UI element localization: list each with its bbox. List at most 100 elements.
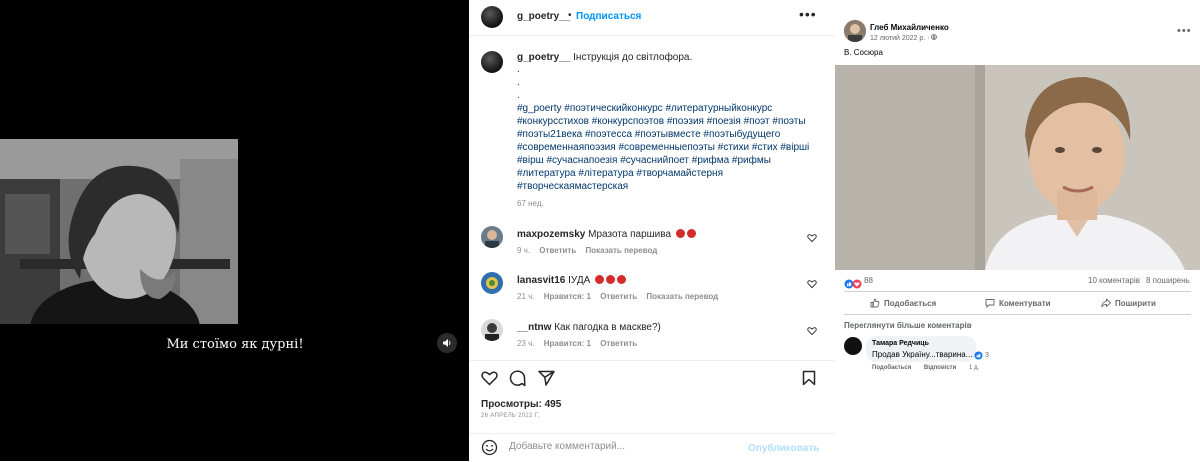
reply-button[interactable]: Ответить: [539, 246, 576, 255]
comment-text: Как пагодка в маскве?): [554, 322, 661, 333]
share-arrow-icon: [1101, 298, 1111, 308]
comment-time[interactable]: 1 д.: [969, 365, 979, 371]
caption-username[interactable]: g_poetry__: [517, 52, 570, 63]
commenter-avatar[interactable]: [481, 272, 503, 294]
caption-bullet: .: [517, 77, 520, 88]
comment-text: Мразота паршива: [588, 229, 672, 240]
post-text: В. Сосюра: [844, 48, 883, 57]
comment-text: Продав Україну...тварина...: [872, 350, 973, 359]
caption: g_poetry__ Інструкція до світлофора.: [517, 52, 692, 63]
shares-count[interactable]: 8 поширень: [1146, 276, 1190, 285]
add-comment-bar: Опубликовать: [469, 433, 835, 462]
reply-button[interactable]: Ответить: [600, 292, 637, 301]
angry-emoji-icon: [686, 229, 696, 238]
share-button[interactable]: Поширити: [1101, 298, 1156, 308]
heart-icon[interactable]: [807, 326, 817, 336]
comment-username[interactable]: lanasvit16: [517, 275, 565, 286]
comment-reply-button[interactable]: Відповісти: [924, 365, 956, 371]
comment-input[interactable]: [509, 441, 739, 452]
author-avatar[interactable]: [844, 20, 866, 42]
angry-emoji-icon: [595, 275, 605, 284]
post-date[interactable]: 12 лютий 2022 р. ·: [870, 34, 938, 42]
mute-button[interactable]: [437, 333, 457, 353]
comment-likes[interactable]: Нравится: 1: [544, 292, 591, 301]
comment-button[interactable]: Коментувати: [985, 298, 1051, 308]
video-subtitle: Ми стоїмо як дурні!: [166, 337, 304, 352]
angry-emoji-icon: [617, 275, 627, 284]
like-button[interactable]: Подобається: [870, 298, 936, 308]
avatar[interactable]: [481, 6, 503, 28]
more-options-icon[interactable]: •••: [1177, 25, 1192, 37]
comment-label: Коментувати: [999, 298, 1051, 308]
like-label: Подобається: [884, 298, 937, 308]
post-username[interactable]: g_poetry__: [517, 11, 570, 22]
post-date-text: 12 лютий 2022 р. ·: [870, 35, 932, 42]
heart-icon[interactable]: [807, 279, 817, 289]
reply-button[interactable]: Ответить: [600, 339, 637, 348]
caption-timestamp: 67 нед.: [517, 199, 544, 208]
video-frame: [0, 139, 238, 324]
caption-bullet: .: [517, 64, 520, 75]
comment-meta: 21 ч. Нравится: 1 Ответить Показать пере…: [517, 292, 725, 301]
thumbs-up-icon: [870, 298, 880, 308]
comment-author[interactable]: Тамара Редчиць: [872, 340, 929, 347]
comment-like-button[interactable]: Подобається: [872, 365, 911, 371]
facebook-post-panel: Глеб Михайличенко 12 лютий 2022 р. · •••…: [835, 0, 1200, 461]
views-count[interactable]: Просмотры: 495: [481, 399, 561, 410]
speaker-icon: [443, 339, 451, 347]
comment-item: __ntnw Как пагодка в маскве?) 23 ч. Нрав…: [469, 319, 835, 364]
reactions-count[interactable]: 88: [864, 276, 873, 285]
comment-item: maxpozemsky Мразота паршива 9 ч. Ответит…: [469, 226, 835, 271]
post-action-bar: Подобається Коментувати Поширити: [844, 291, 1191, 315]
instagram-post-panel: g_poetry__ • Подписаться ••• g_poetry__ …: [469, 0, 835, 461]
share-label: Поширити: [1115, 298, 1156, 308]
comment-meta: 9 ч. Ответить Показать перевод: [517, 246, 664, 255]
share-paper-plane-icon[interactable]: [538, 370, 555, 386]
translate-button[interactable]: Показать перевод: [646, 292, 718, 301]
video-frame-image: [0, 139, 238, 324]
commenter-avatar[interactable]: [844, 337, 862, 355]
post-header: g_poetry__ • Подписаться •••: [469, 0, 835, 36]
comment-time: 23 ч.: [517, 339, 535, 348]
angry-emoji-icon: [606, 275, 616, 284]
comment-time: 21 ч.: [517, 292, 535, 301]
follow-button[interactable]: Подписаться: [576, 11, 641, 22]
comment-time: 9 ч.: [517, 246, 531, 255]
like-reaction-icon: [974, 351, 983, 360]
video-player[interactable]: Ми стоїмо як дурні!: [0, 0, 469, 461]
emoji-smiley-icon[interactable]: [481, 439, 498, 456]
publish-button[interactable]: Опубликовать: [748, 443, 819, 454]
comment-username[interactable]: maxpozemsky: [517, 229, 585, 240]
video-thumbnail: [835, 65, 1200, 270]
comment-bubble-icon: [985, 299, 995, 308]
translate-button[interactable]: Показать перевод: [586, 246, 658, 255]
comment-username[interactable]: __ntnw: [517, 322, 551, 333]
comment-reactions-count: 3: [985, 352, 989, 359]
caption-text: Інструкція до світлофора.: [573, 52, 693, 63]
comment-likes[interactable]: Нравится: 1: [544, 339, 591, 348]
view-more-comments-link[interactable]: Переглянути більше коментарів: [844, 321, 972, 330]
comments-count[interactable]: 10 коментарів: [1088, 276, 1140, 285]
heart-icon[interactable]: [807, 233, 817, 243]
comment-reactions[interactable]: 3: [974, 351, 989, 360]
caption-hashtags[interactable]: #g_poerty #поэтическийконкурс #литератур…: [517, 102, 817, 193]
caption-avatar[interactable]: [481, 51, 503, 73]
comment-item: lanasvit16 ІУДА 21 ч. Нравится: 1 Ответи…: [469, 272, 835, 317]
post-actions: [469, 360, 835, 395]
bookmark-icon[interactable]: [802, 370, 816, 386]
like-heart-icon[interactable]: [481, 370, 498, 386]
post-date: 26 АПРЕЛЬ 2022 Г.: [481, 413, 540, 419]
comment-meta: 23 ч. Нравится: 1 Ответить: [517, 339, 644, 348]
more-options-icon[interactable]: •••: [799, 6, 817, 22]
separator-dot: •: [568, 10, 572, 21]
comment-meta: Подобається Відповісти 1 д.: [872, 365, 990, 371]
post-video[interactable]: [835, 65, 1200, 270]
comment-text: ІУДА: [568, 275, 591, 286]
commenter-avatar[interactable]: [481, 226, 503, 248]
author-name[interactable]: Глеб Михайличенко: [870, 23, 949, 32]
commenter-avatar[interactable]: [481, 319, 503, 341]
comment-icon[interactable]: [509, 370, 526, 387]
globe-icon: [931, 34, 938, 41]
angry-emoji-icon: [675, 229, 685, 238]
caption-bullet: .: [517, 90, 520, 101]
